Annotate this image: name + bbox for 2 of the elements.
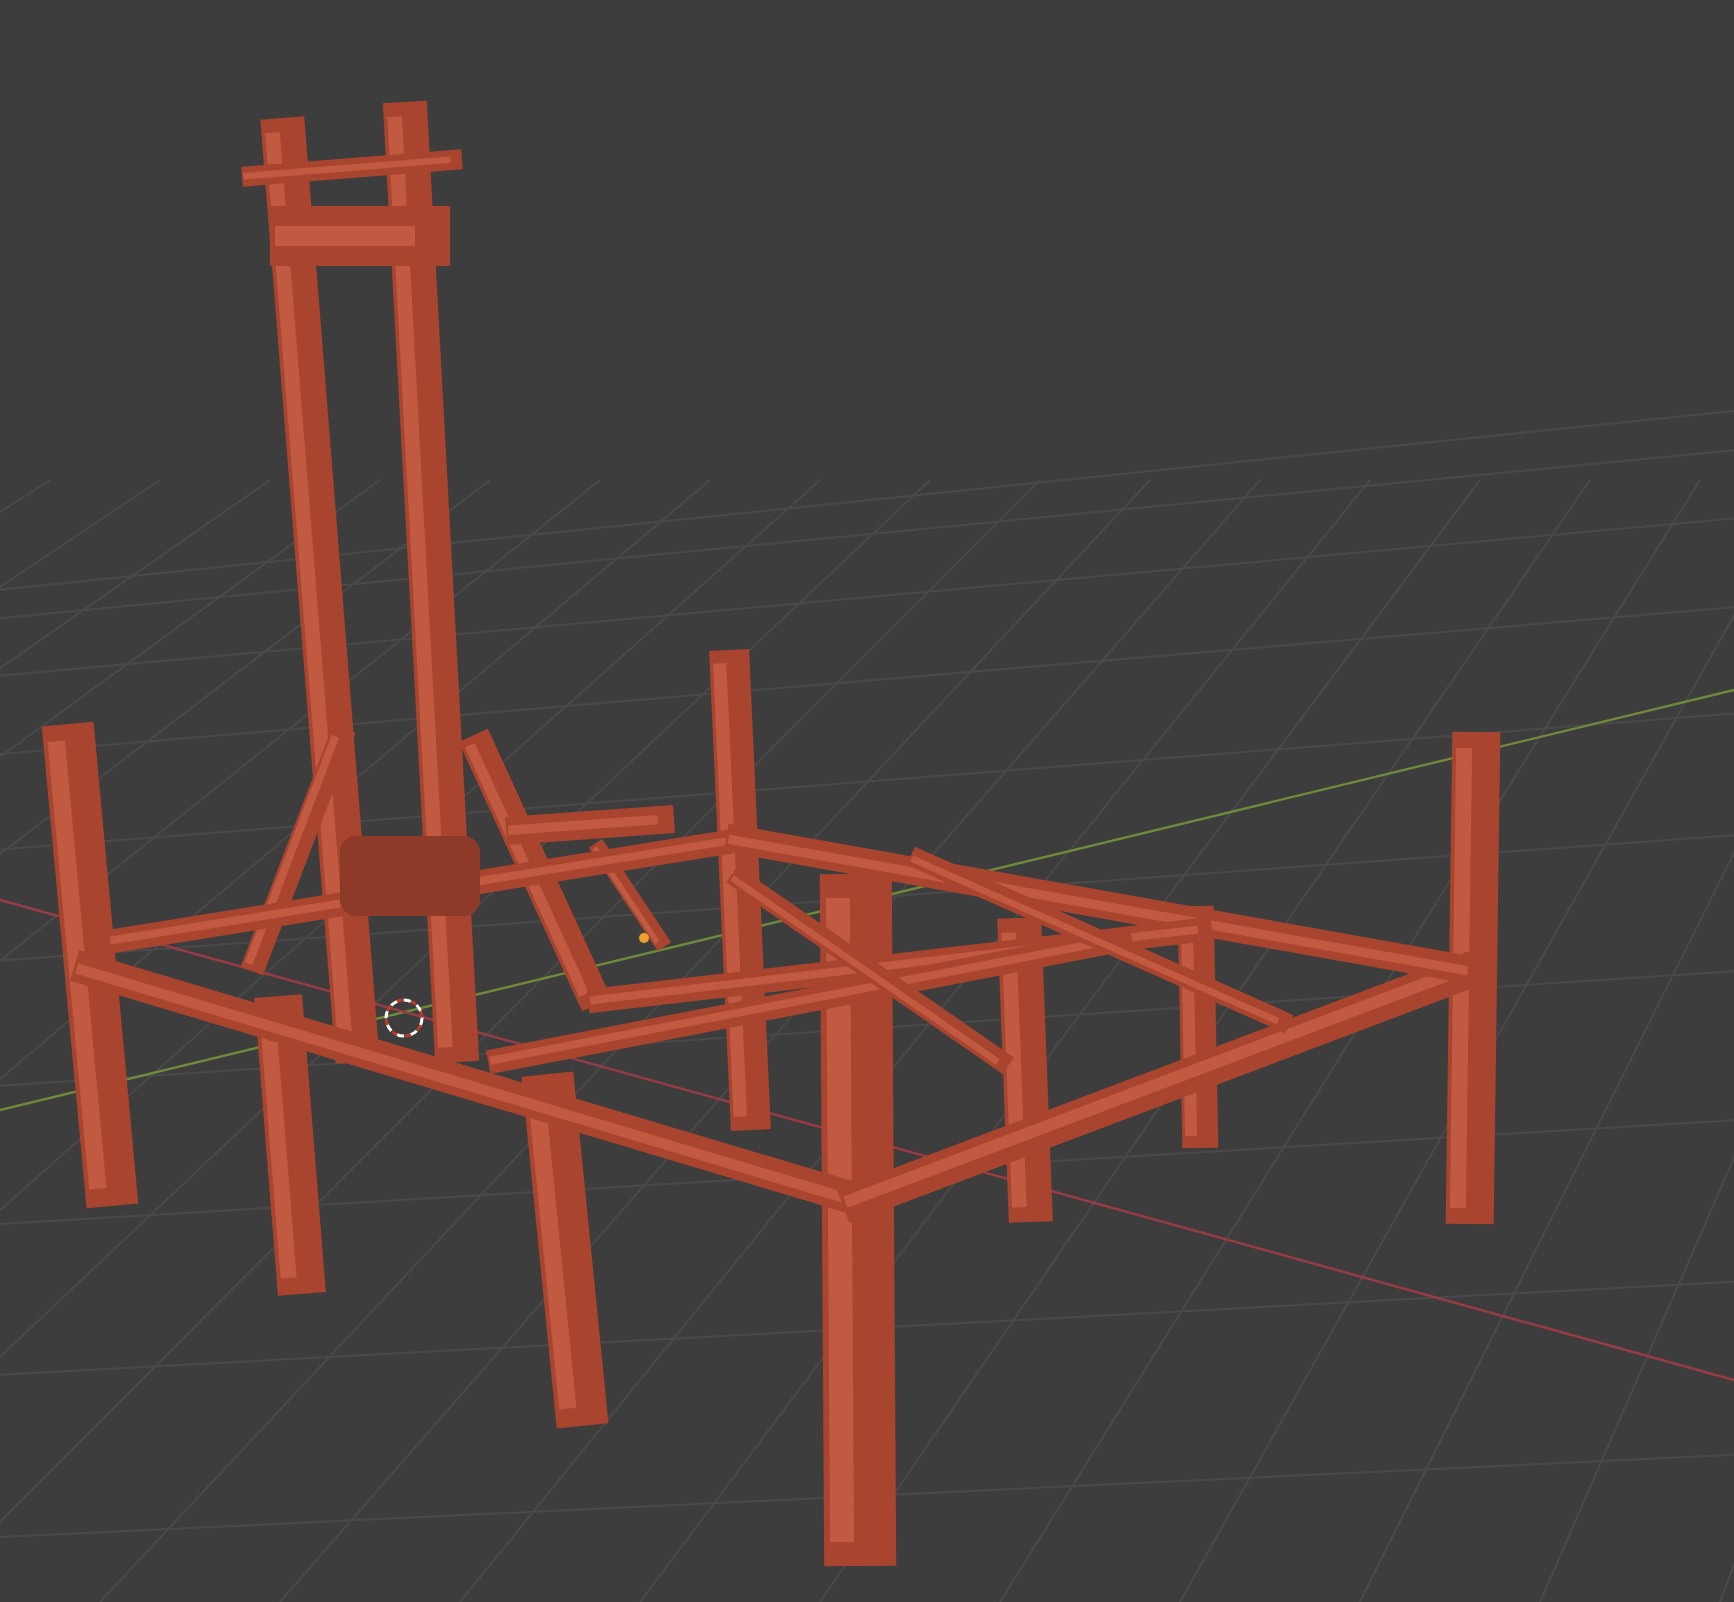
3d-cursor-icon[interactable] (384, 998, 424, 1038)
origin-dot (639, 933, 649, 943)
